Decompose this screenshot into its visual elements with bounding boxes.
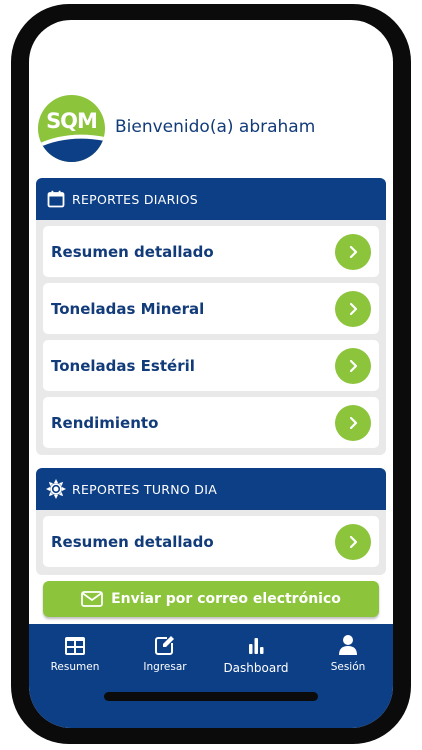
- nav-label: Sesión: [330, 661, 366, 673]
- day-shift-reports-title: REPORTES TURNO DIA: [72, 481, 218, 497]
- nav-item-resumen[interactable]: Resumen: [35, 632, 115, 673]
- app-screen: SQM Bienvenido(a) abraham REPORTES DIARI…: [29, 20, 393, 728]
- sun-icon: [46, 479, 66, 499]
- nav-item-sesion[interactable]: Sesión: [308, 632, 388, 673]
- report-row-label: Resumen detallado: [51, 242, 214, 261]
- report-row-rendimiento[interactable]: Rendimiento: [43, 397, 379, 448]
- nav-label: Ingresar: [143, 661, 187, 673]
- home-indicator[interactable]: [104, 692, 318, 701]
- report-row-toneladas-mineral[interactable]: Toneladas Mineral: [43, 283, 379, 334]
- shift-row-resumen-detallado[interactable]: Resumen detallado: [43, 516, 379, 567]
- day-shift-reports-header: REPORTES TURNO DIA: [36, 468, 386, 510]
- report-row-label: Toneladas Estéril: [51, 356, 195, 375]
- welcome-message: Bienvenido(a) abraham: [115, 117, 316, 137]
- nav-item-dashboard[interactable]: Dashboard: [216, 632, 296, 675]
- bar-chart-icon: [246, 632, 266, 656]
- sqm-logo: SQM: [38, 95, 105, 162]
- table-icon: [64, 632, 86, 656]
- edit-icon: [154, 632, 176, 656]
- day-shift-reports-card: REPORTES TURNO DIA Resumen detallado: [36, 468, 386, 575]
- nav-item-ingresar[interactable]: Ingresar: [125, 632, 205, 673]
- chevron-right-icon[interactable]: [335, 524, 371, 560]
- logo-text: SQM: [46, 109, 98, 133]
- nav-label: Dashboard: [223, 661, 289, 675]
- user-icon: [338, 632, 358, 656]
- daily-reports-header: REPORTES DIARIOS: [36, 178, 386, 220]
- report-row-toneladas-esteril[interactable]: Toneladas Estéril: [43, 340, 379, 391]
- daily-reports-card: REPORTES DIARIOS Resumen detallado Tonel…: [36, 178, 386, 455]
- send-email-label: Enviar por correo electrónico: [111, 591, 341, 607]
- chevron-right-icon[interactable]: [335, 348, 371, 384]
- daily-reports-title: REPORTES DIARIOS: [72, 191, 198, 207]
- envelope-icon: [81, 591, 103, 607]
- bottom-nav: Resumen Ingresar Dashboard Sesión: [29, 624, 393, 728]
- chevron-right-icon[interactable]: [335, 291, 371, 327]
- report-row-resumen-detallado[interactable]: Resumen detallado: [43, 226, 379, 277]
- report-row-label: Rendimiento: [51, 413, 159, 432]
- chevron-right-icon[interactable]: [335, 234, 371, 270]
- nav-label: Resumen: [50, 661, 100, 673]
- calendar-icon: [46, 189, 66, 209]
- send-email-button[interactable]: Enviar por correo electrónico: [43, 581, 379, 617]
- report-row-label: Resumen detallado: [51, 532, 214, 551]
- chevron-right-icon[interactable]: [335, 405, 371, 441]
- report-row-label: Toneladas Mineral: [51, 299, 205, 318]
